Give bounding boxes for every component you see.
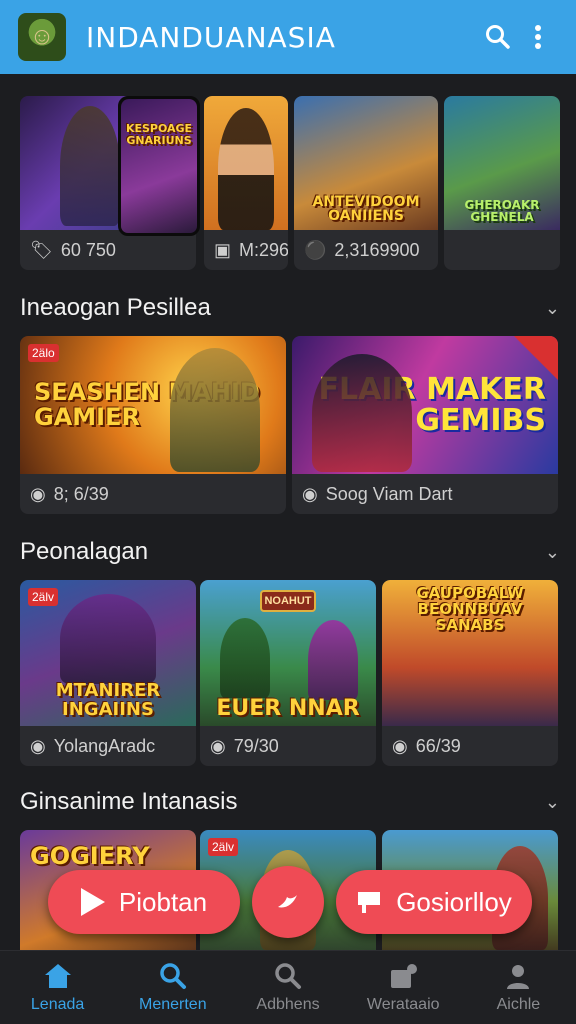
chevron-down-icon[interactable]: ⌄ [545, 792, 560, 813]
tile-stat: M:296 [239, 239, 288, 260]
tile-badge: 2älv [208, 838, 239, 856]
nav-label: Adbhens [256, 995, 320, 1013]
nav-label: Menerten [139, 995, 207, 1013]
section-header[interactable]: Ginsanime Intanasis ⌄ [20, 782, 560, 822]
featured-caption-tile: 🏷 60 750 [20, 230, 196, 270]
tile-caption: ◉ Soog Viam Dart [292, 474, 558, 514]
more-vert-icon[interactable] [518, 17, 558, 57]
game-tile[interactable]: MTANIRER INGAIINS 2älv ◉ YolangAradc [20, 580, 196, 766]
store-icon [358, 892, 381, 913]
ticket-icon: ▣ [214, 239, 232, 260]
tile-stat: 79/30 [233, 735, 279, 756]
tile-art-title: GAUPOBALW BEONNBUAV SANABS [416, 584, 524, 634]
share-button[interactable] [252, 866, 324, 938]
tile-badge: 2älv [28, 588, 59, 606]
tile-art-title: ANTEVIDOOM OANIIENS [312, 193, 420, 225]
tile-caption: 🏷 60 750 [20, 230, 196, 270]
section-title: Ginsanime Intanasis [20, 788, 238, 815]
tile-art: GAUPOBALW BEONNBUAV SANABS [382, 580, 558, 726]
tile-caption: ⚫ 2,3169900 [294, 230, 438, 270]
app-logo: ☺ [18, 13, 66, 61]
store-button[interactable]: Gosiorlloy [336, 870, 532, 934]
nav-label: Werataaio [366, 995, 440, 1013]
game-tile[interactable]: SEASHEN MAHID GAMIER 2älo ◉ 8; 6/39 [20, 336, 286, 514]
tile-art-title: MTANIRER INGAIINS [55, 680, 161, 721]
game-tile[interactable]: GAUPOBALW BEONNBUAV SANABS ◉ 66/39 [382, 580, 558, 766]
controller-icon: ◉ [30, 483, 46, 504]
nav-item-home[interactable]: Lenada [0, 951, 115, 1024]
tile-art: NOAHUT EUER NNAR [200, 580, 376, 726]
chevron-down-icon[interactable]: ⌄ [545, 542, 560, 563]
play-icon [80, 888, 105, 916]
tile-sign: NOAHUT [260, 590, 316, 612]
tile-caption: ◉ YolangAradc [20, 726, 196, 766]
tile-stat: 2,3169900 [334, 239, 420, 260]
section-title: Peonalagan [20, 538, 149, 565]
tile-caption: ▣ M:296 [204, 230, 288, 270]
search-icon[interactable] [478, 17, 518, 57]
tile-art: ANTEVIDOOM OANIIENS [294, 96, 438, 230]
controller-icon: ◉ [30, 735, 46, 756]
tile-art-title: GOGIERY [30, 842, 150, 870]
person-icon [507, 964, 530, 989]
bottom-nav: Lenada Menerten Adbhens Werataaio Aichle [0, 950, 576, 1024]
app-title: INDANDUANASIA [86, 20, 336, 54]
tile-art-title: KESPOAGE GNARIUNS [125, 122, 193, 147]
play-button-label: Piobtan [118, 886, 208, 917]
play-button[interactable]: Piobtan [48, 870, 240, 934]
tile-stat: 8; 6/39 [53, 483, 109, 504]
bird-icon [278, 895, 297, 908]
nav-item-rewards[interactable]: Werataaio [346, 951, 461, 1024]
tile-art: SEASHEN MAHID GAMIER [20, 336, 286, 474]
featured-tile[interactable]: ANTEVIDOOM OANIIENS ⚫ 2,3169900 [294, 96, 438, 270]
tile-art-title: GHEROAKR GHENELA [464, 197, 540, 225]
tile-badge: 2älo [28, 344, 59, 362]
nav-item-profile[interactable]: Aichle [461, 951, 576, 1024]
tile-art: GHEROAKR GHENELA [444, 96, 560, 230]
tile-stat: 60 750 [60, 239, 116, 260]
tag-icon: 🏷 [30, 239, 53, 260]
section-title: Ineaogan Pesillea [20, 294, 211, 321]
chevron-down-icon[interactable]: ⌄ [545, 298, 560, 319]
controller-icon: ◉ [392, 735, 408, 756]
badge-icon [391, 963, 418, 988]
tile-caption: ◉ 79/30 [200, 726, 376, 766]
corner-ribbon [514, 336, 558, 380]
search-icon [275, 962, 301, 989]
controller-icon: ⚫ [304, 239, 327, 260]
nav-item-search[interactable]: Menerten [115, 951, 230, 1024]
featured-tile[interactable]: GHEROAKR GHENELA [444, 96, 560, 270]
tile-art: KESPOAGE GNARIUNS [121, 99, 197, 233]
nav-label: Aichle [496, 995, 541, 1013]
search-icon [160, 962, 186, 989]
nav-item-browse[interactable]: Adbhens [230, 951, 345, 1024]
tile-art [204, 96, 288, 230]
controller-icon: ◉ [302, 483, 318, 504]
game-tile[interactable]: FLAIR MAKER GEMIBS ◉ Soog Viam Dart [292, 336, 558, 514]
game-tile[interactable]: NOAHUT EUER NNAR ◉ 79/30 [200, 580, 376, 766]
nav-label: Lenada [30, 995, 85, 1013]
home-icon [44, 963, 71, 988]
controller-icon: ◉ [210, 735, 226, 756]
content-scroll[interactable]: KESPOAGE GNARIUNS 🏷 60 750 ▣ M:296 ANTEV… [0, 74, 576, 950]
app-bar: ☺ INDANDUANASIA [0, 0, 576, 74]
tile-stat: YolangAradc [53, 735, 156, 756]
section-header[interactable]: Ineaogan Pesillea ⌄ [20, 288, 560, 328]
phone-tile[interactable]: KESPOAGE GNARIUNS [118, 96, 200, 236]
tile-caption: ◉ 66/39 [382, 726, 558, 766]
tile-stat: 66/39 [415, 735, 461, 756]
tile-stat: Soog Viam Dart [325, 483, 453, 504]
featured-tile[interactable]: ▣ M:296 [204, 96, 288, 270]
section-header[interactable]: Peonalagan ⌄ [20, 532, 560, 572]
tile-caption: ◉ 8; 6/39 [20, 474, 286, 514]
store-button-label: Gosiorlloy [396, 886, 512, 917]
tile-art-title: EUER NNAR [216, 695, 360, 721]
